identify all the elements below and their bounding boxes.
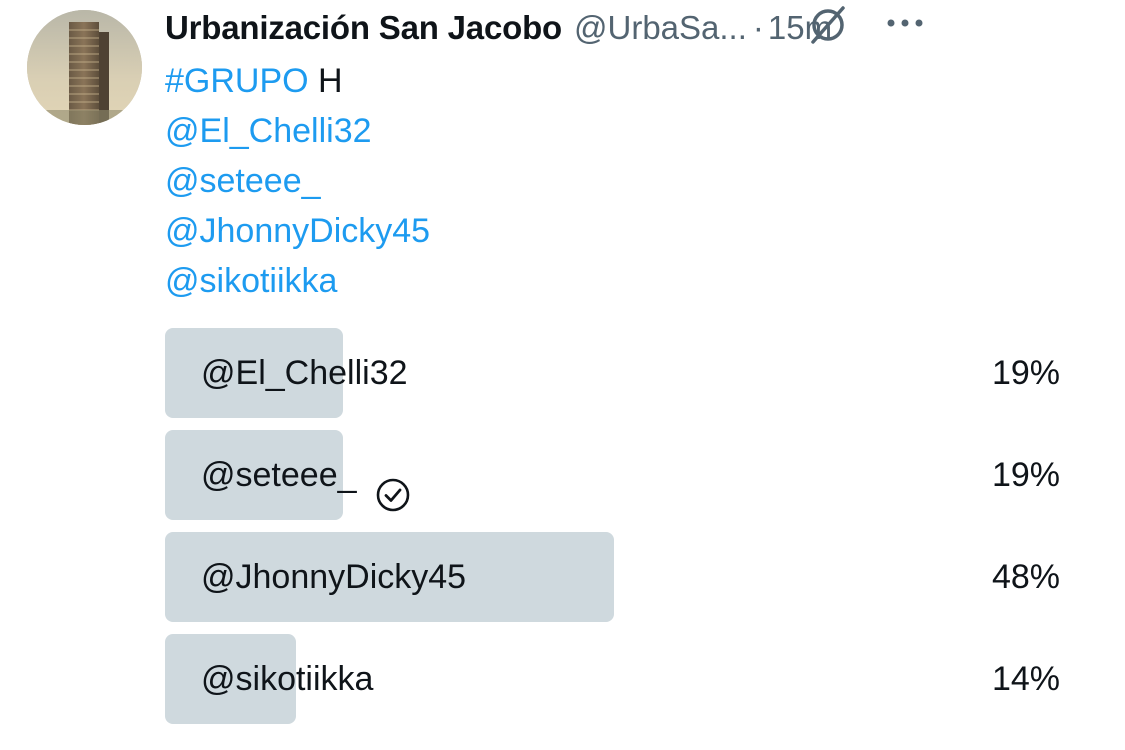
tweet-header: Urbanización San Jacobo @UrbaSa... · 15m — [165, 6, 1105, 50]
author-handle[interactable]: @UrbaSa... — [574, 9, 747, 47]
grok-slash-icon[interactable] — [805, 2, 851, 48]
mention-line: @sikotiikka — [165, 256, 430, 306]
poll-option-text: @El_Chelli32 — [201, 354, 408, 392]
mention-link[interactable]: @seteee_ — [165, 162, 321, 200]
hashtag-link[interactable]: #GRUPO — [165, 62, 309, 100]
poll-option-text: @sikotiikka — [201, 660, 374, 698]
separator-dot: · — [752, 9, 764, 46]
poll-option-label: @JhonnyDicky45 — [201, 532, 466, 622]
mention-line: @seteee_ — [165, 156, 430, 206]
author-display-name[interactable]: Urbanización San Jacobo — [165, 9, 562, 47]
poll-option-percent: 14% — [991, 660, 1060, 698]
poll-option[interactable]: @sikotiikka 14% — [165, 634, 1060, 724]
hashtag-line: #GRUPO H — [165, 56, 430, 106]
hashtag-suffix: H — [308, 62, 343, 100]
tweet-text: #GRUPO H @El_Chelli32 @seteee_ @JhonnyDi… — [165, 56, 430, 306]
mention-line: @El_Chelli32 — [165, 106, 430, 156]
mention-link[interactable]: @sikotiikka — [165, 262, 337, 300]
poll-option[interactable]: @seteee_ 19% — [165, 430, 1060, 520]
poll-option[interactable]: @JhonnyDicky45 48% — [165, 532, 1060, 622]
mention-link[interactable]: @JhonnyDicky45 — [165, 212, 430, 250]
poll-option-label: @sikotiikka — [201, 634, 373, 724]
poll-option-percent: 19% — [991, 456, 1060, 494]
mention-line: @JhonnyDicky45 — [165, 206, 430, 256]
tweet[interactable]: Urbanización San Jacobo @UrbaSa... · 15m… — [0, 0, 1125, 750]
mention-link[interactable]: @El_Chelli32 — [165, 112, 372, 150]
poll-option-percent: 19% — [991, 354, 1060, 392]
poll-option-percent: 48% — [991, 558, 1060, 596]
poll-option-label: @seteee_ — [201, 430, 411, 520]
poll-option-text: @seteee_ — [201, 456, 357, 494]
poll-option-text: @JhonnyDicky45 — [201, 558, 467, 596]
check-circle-icon — [375, 457, 411, 512]
poll-option-label: @El_Chelli32 — [201, 328, 408, 418]
avatar[interactable] — [27, 10, 142, 125]
poll-option[interactable]: @El_Chelli32 19% — [165, 328, 1060, 418]
more-dots-icon[interactable] — [880, 8, 930, 38]
poll: @El_Chelli32 19% @seteee_ 19% @JhonnyDic… — [165, 328, 1060, 736]
